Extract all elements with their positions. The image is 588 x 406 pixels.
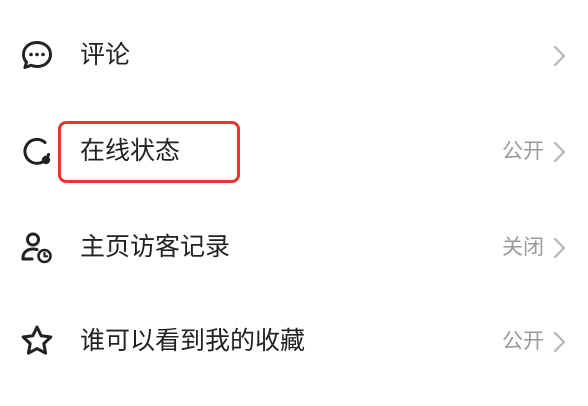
online-status-icon <box>18 132 56 170</box>
settings-item-value: 公开 <box>502 329 544 353</box>
comment-bubble-icon <box>18 36 56 74</box>
chevron-right-icon <box>552 237 566 259</box>
settings-item-value: 关闭 <box>502 235 544 259</box>
settings-item-comments[interactable]: 评论 <box>0 6 588 102</box>
settings-item-label: 谁可以看到我的收藏 <box>80 326 306 355</box>
settings-item-label: 在线状态 <box>80 136 181 165</box>
star-icon <box>18 322 56 360</box>
chevron-right-icon <box>552 45 566 67</box>
settings-item-favorites-visibility[interactable]: 谁可以看到我的收藏 公开 <box>0 292 588 388</box>
settings-list: 评论 在线状态 公开 主页访客记录 关闭 谁可以看到我的收藏 公开 <box>0 0 588 406</box>
settings-item-visitor-record[interactable]: 主页访客记录 关闭 <box>0 198 588 294</box>
visitor-record-icon <box>18 228 56 266</box>
chevron-right-icon <box>552 141 566 163</box>
chevron-right-icon <box>552 331 566 353</box>
settings-item-online-status[interactable]: 在线状态 公开 <box>0 102 588 198</box>
settings-item-label: 主页访客记录 <box>80 232 231 261</box>
settings-item-label: 评论 <box>80 40 131 69</box>
settings-item-value: 公开 <box>502 139 544 163</box>
